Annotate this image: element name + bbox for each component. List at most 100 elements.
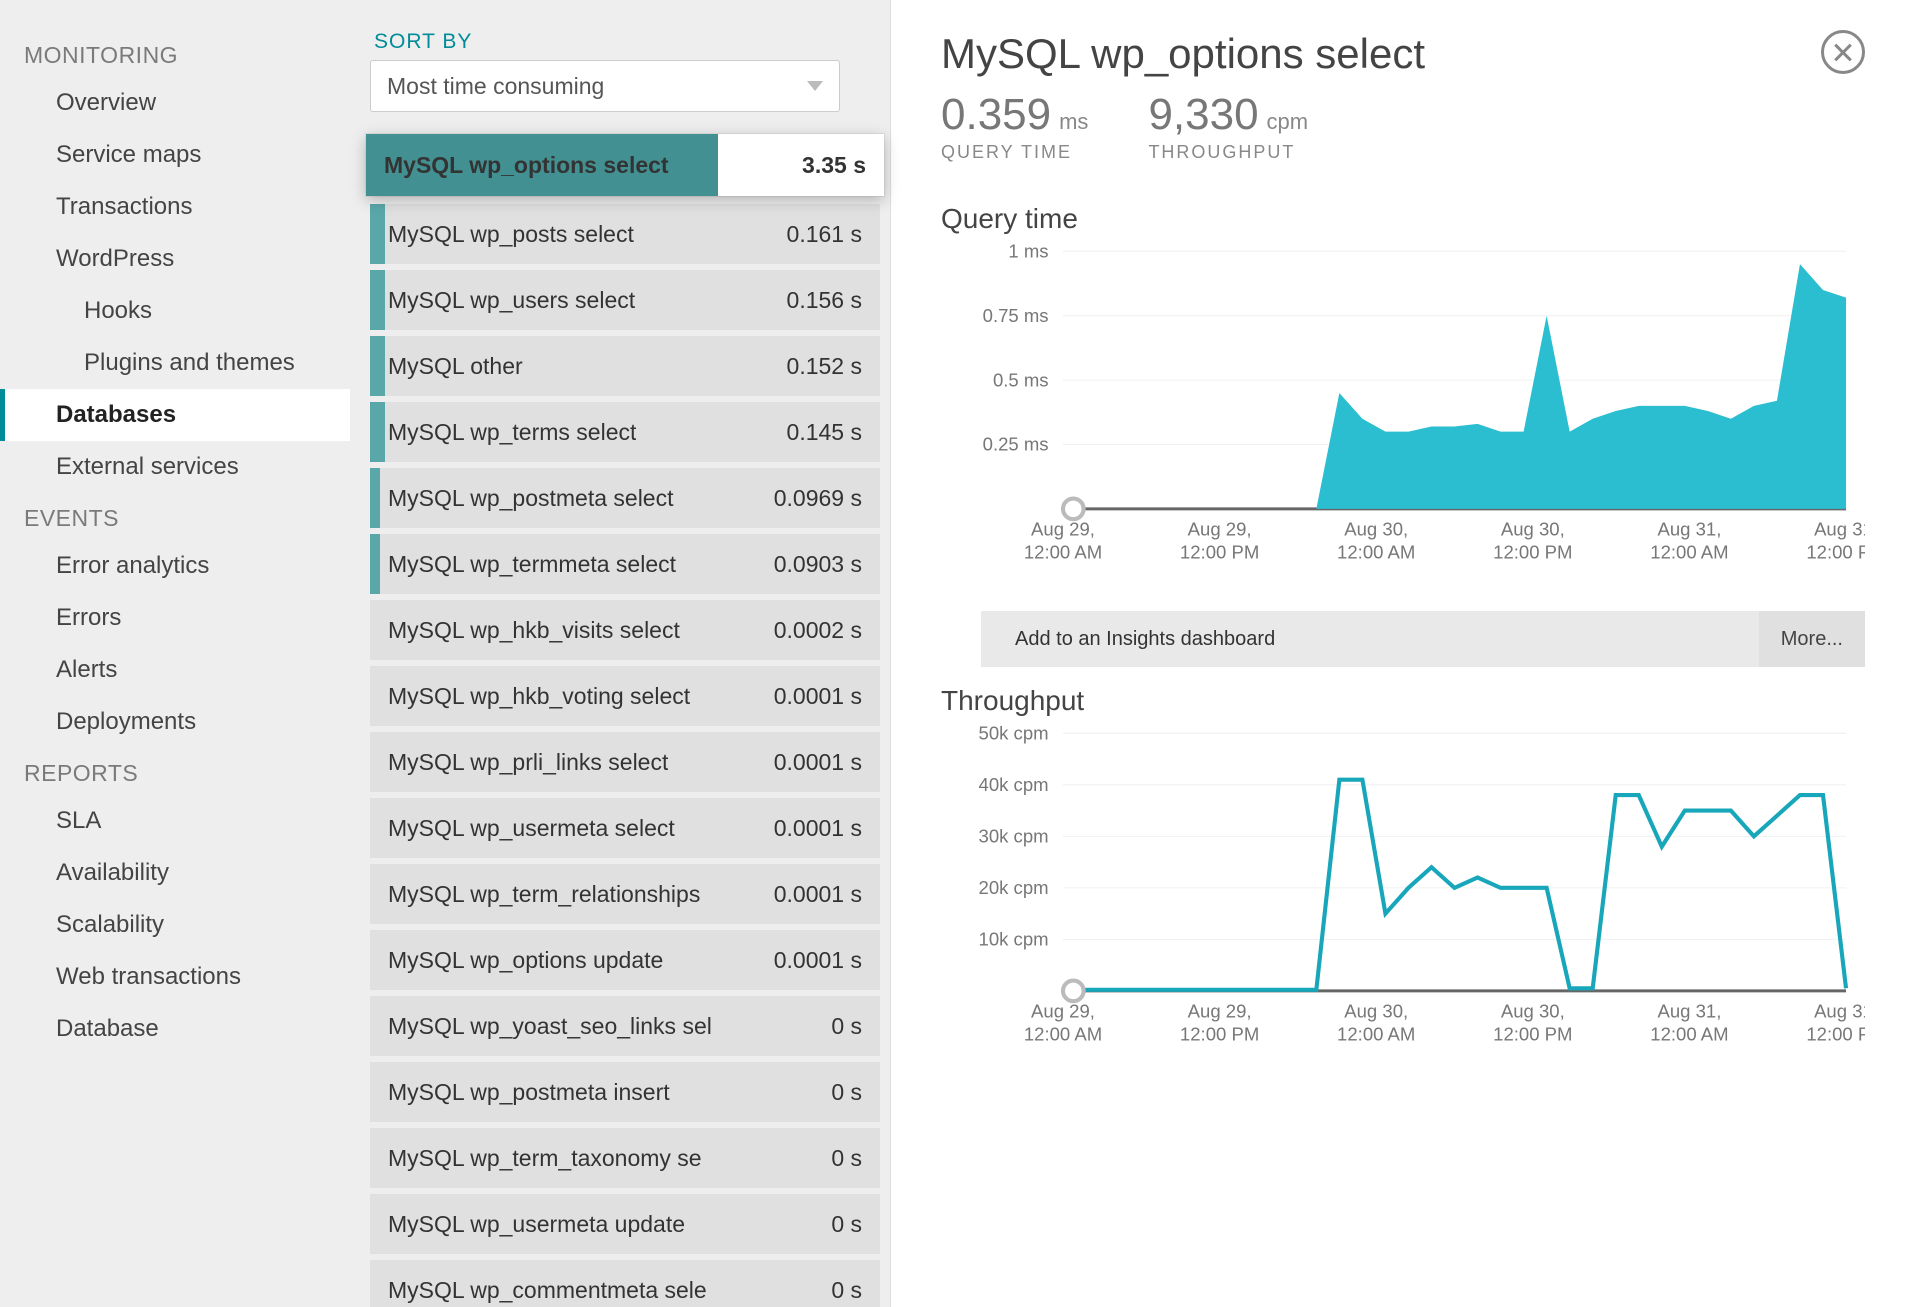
chart-throughput-title: Throughput [941,685,1865,717]
svg-text:Aug 31,: Aug 31, [1657,519,1721,540]
svg-text:0.25 ms: 0.25 ms [983,434,1049,455]
svg-text:Aug 31,: Aug 31, [1657,1001,1721,1022]
query-row[interactable]: MySQL wp_usermeta update 0 s [370,1194,880,1254]
svg-text:12:00 AM: 12:00 AM [1337,1023,1415,1044]
sidebar-item-transactions[interactable]: Transactions [0,181,350,233]
svg-text:12:00 PM: 12:00 PM [1180,541,1259,562]
query-row-name: MySQL wp_termmeta select [388,551,676,578]
sidebar-item-external-services[interactable]: External services [0,441,350,493]
chart-throughput-plot: 50k cpm40k cpm30k cpm20k cpm10k cpmAug 2… [941,723,1865,1063]
query-row-name: MySQL wp_terms select [388,419,636,446]
svg-text:12:00 AM: 12:00 AM [1337,541,1415,562]
svg-text:Aug 30,: Aug 30, [1344,1001,1408,1022]
query-row[interactable]: MySQL wp_terms select0.145 s [370,402,880,462]
query-row-time: 0 s [831,1211,862,1238]
query-row[interactable]: MySQL wp_term_taxonomy se0 s [370,1128,880,1188]
sort-by-label: SORT BY [370,30,880,54]
query-row-time: 3.35 s [802,152,866,179]
query-row-time: 0.0001 s [774,947,862,974]
svg-text:12:00 AM: 12:00 AM [1650,1023,1728,1044]
query-row-name: MySQL wp_hkb_visits select [388,617,680,644]
sidebar-item-errors[interactable]: Errors [0,592,350,644]
sidebar-item-availability[interactable]: Availability [0,847,350,899]
insights-label: Add to an Insights dashboard [1015,628,1275,651]
svg-text:12:00 PM: 12:00 PM [1493,1023,1572,1044]
detail-title: MySQL wp_options select [941,30,1865,78]
sidebar-item-hooks[interactable]: Hooks [0,285,350,337]
sidebar-item-databases[interactable]: Databases [0,389,350,441]
query-row-bar [370,270,385,330]
query-row-name: MySQL wp_options select [384,152,669,179]
query-time-label: QUERY TIME [941,142,1088,163]
query-row[interactable]: MySQL wp_hkb_voting select0.0001 s [370,666,880,726]
more-button[interactable]: More... [1759,611,1865,667]
query-row-time: 0 s [831,1013,862,1040]
sidebar-section-title: EVENTS [0,493,350,540]
query-row[interactable]: MySQL wp_term_relationships0.0001 s [370,864,880,924]
sidebar-item-sla[interactable]: SLA [0,795,350,847]
query-row-bar [370,204,385,264]
sidebar-item-error-analytics[interactable]: Error analytics [0,540,350,592]
query-row-name: MySQL wp_usermeta update [388,1211,685,1238]
query-row-name: MySQL wp_postmeta insert [388,1079,670,1106]
query-row-name: MySQL wp_hkb_voting select [388,683,690,710]
query-row[interactable]: MySQL wp_users select0.156 s [370,270,880,330]
query-time-unit: ms [1059,109,1088,135]
query-row-time: 0.0002 s [774,617,862,644]
query-row-name: MySQL wp_posts select [388,221,634,248]
query-row[interactable]: MySQL wp_termmeta select0.0903 s [370,534,880,594]
query-row[interactable]: MySQL wp_postmeta insert 0 s [370,1062,880,1122]
query-list: MySQL wp_options select 3.35 s MySQL wp_po… [370,134,880,1307]
sidebar-item-scalability[interactable]: Scalability [0,899,350,951]
query-time-value: 0.359 [941,90,1051,140]
detail-panel: MySQL wp_options select 0.359 ms QUERY T… [890,0,1905,1307]
svg-text:12:00 AM: 12:00 AM [1024,541,1102,562]
sidebar-item-deployments[interactable]: Deployments [0,696,350,748]
throughput-label: THROUGHPUT [1148,142,1308,163]
query-row[interactable]: MySQL wp_options select 3.35 s [366,134,884,196]
query-row[interactable]: MySQL wp_options update0.0001 s [370,930,880,990]
chart-query-time: Query time 1 ms0.75 ms0.5 ms0.25 msAug 2… [941,203,1865,581]
query-row[interactable]: MySQL wp_usermeta select0.0001 s [370,798,880,858]
query-row[interactable]: MySQL wp_commentmeta sele0 s [370,1260,880,1307]
sidebar-item-overview[interactable]: Overview [0,77,350,129]
query-row[interactable]: MySQL wp_prli_links select0.0001 s [370,732,880,792]
sidebar-item-wordpress[interactable]: WordPress [0,233,350,285]
metric-query-time: 0.359 ms QUERY TIME [941,90,1088,163]
query-row-name: MySQL wp_prli_links select [388,749,668,776]
sidebar-item-web-transactions[interactable]: Web transactions [0,951,350,1003]
svg-text:12:00 AM: 12:00 AM [1024,1023,1102,1044]
close-icon[interactable] [1821,30,1865,74]
query-row-time: 0 s [831,1145,862,1172]
query-row-name: MySQL wp_postmeta select [388,485,674,512]
sidebar-section-title: REPORTS [0,748,350,795]
svg-text:0.75 ms: 0.75 ms [983,305,1049,326]
chart-throughput: Throughput 50k cpm40k cpm30k cpm20k cpm1… [941,685,1865,1063]
svg-text:Aug 30,: Aug 30, [1344,519,1408,540]
query-row[interactable]: MySQL wp_posts select0.161 s [370,204,880,264]
query-row-bar [370,336,385,396]
sidebar-item-database[interactable]: Database [0,1003,350,1055]
svg-text:Aug 29,: Aug 29, [1031,519,1095,540]
query-row[interactable]: MySQL wp_yoast_seo_links sel0 s [370,996,880,1056]
svg-text:30k cpm: 30k cpm [979,826,1049,847]
svg-text:12:00 PM: 12:00 PM [1180,1023,1259,1044]
query-row[interactable]: MySQL wp_postmeta select0.0969 s [370,468,880,528]
query-row-name: MySQL wp_commentmeta sele [388,1277,707,1304]
sidebar-item-alerts[interactable]: Alerts [0,644,350,696]
svg-text:Aug 30,: Aug 30, [1501,519,1565,540]
sidebar: MONITORINGOverviewService mapsTransactio… [0,0,350,1307]
query-row-name: MySQL wp_term_relationships [388,881,700,908]
insights-bar[interactable]: Add to an Insights dashboard More... [981,611,1865,667]
sidebar-item-service-maps[interactable]: Service maps [0,129,350,181]
query-row[interactable]: MySQL wp_hkb_visits select 0.0002 s [370,600,880,660]
detail-metrics: 0.359 ms QUERY TIME 9,330 cpm THROUGHPUT [941,90,1865,163]
svg-text:12:00 PM: 12:00 PM [1806,541,1865,562]
query-row-time: 0.0001 s [774,815,862,842]
query-row-name: MySQL wp_users select [388,287,635,314]
query-row[interactable]: MySQL other0.152 s [370,336,880,396]
sort-by-select[interactable]: Most time consuming [370,60,840,112]
svg-text:1 ms: 1 ms [1008,241,1048,261]
query-row-time: 0 s [831,1079,862,1106]
sidebar-item-plugins-themes[interactable]: Plugins and themes [0,337,350,389]
